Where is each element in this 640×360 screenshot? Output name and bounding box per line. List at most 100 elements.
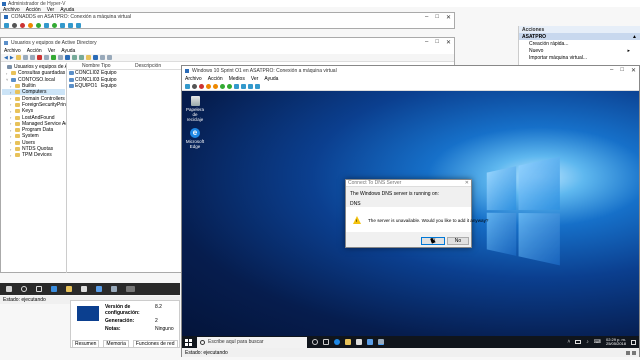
close-button[interactable]: ✕ [446, 39, 451, 46]
tab-memoria[interactable]: Memoria [103, 340, 129, 348]
task-view-icon[interactable] [36, 286, 42, 292]
checkpoint-icon[interactable] [68, 22, 73, 28]
dns-taskbar-icon[interactable] [378, 339, 384, 345]
expand-arrow-icon[interactable]: › [10, 102, 13, 107]
new-ou-icon[interactable] [85, 55, 91, 60]
expand-arrow-icon[interactable]: › [10, 115, 13, 120]
vm-menu-medios[interactable]: Medios [229, 76, 245, 82]
maximize-button[interactable]: □ [435, 14, 439, 21]
pause-icon[interactable] [44, 22, 49, 28]
desktop-icon-edge[interactable]: e Microsoft Edge [184, 128, 206, 149]
pause-icon[interactable] [220, 84, 225, 89]
expand-arrow-icon[interactable]: › [6, 71, 9, 76]
export-icon[interactable] [57, 55, 63, 60]
search-icon[interactable] [21, 286, 27, 292]
store-taskbar-icon[interactable] [356, 339, 362, 345]
reset-icon[interactable] [60, 22, 65, 28]
expand-arrow-icon[interactable]: › [10, 84, 13, 89]
expand-arrow-icon[interactable]: › [10, 134, 13, 139]
vm-menu-ver[interactable]: Ver [251, 76, 259, 82]
resume-icon[interactable] [227, 84, 232, 89]
forward-icon[interactable]: ▶ [10, 55, 14, 61]
maximize-button[interactable]: □ [435, 39, 439, 46]
filter-icon[interactable] [92, 55, 98, 60]
dialog-close-button[interactable]: ✕ [465, 180, 469, 186]
server-manager-taskbar-icon[interactable] [111, 286, 117, 292]
action-new[interactable]: Nuevo ▸ [519, 47, 640, 54]
enhanced-session-icon[interactable] [255, 84, 260, 89]
close-button[interactable]: ✕ [631, 67, 636, 74]
revert-icon[interactable] [248, 84, 253, 89]
ctrl-alt-del-icon[interactable] [185, 84, 190, 89]
maximize-button[interactable]: □ [620, 67, 624, 74]
shutdown-icon[interactable] [28, 22, 33, 28]
taskbar-clock[interactable]: 02:29 p. m. 25/05/2018 [606, 337, 626, 347]
network-icon[interactable] [575, 340, 582, 344]
find-icon[interactable] [99, 55, 105, 60]
expand-arrow-icon[interactable]: › [10, 96, 13, 101]
checkpoint-icon[interactable] [241, 84, 246, 89]
collapse-icon[interactable]: ▲ [632, 34, 637, 40]
expand-arrow-icon[interactable]: › [10, 90, 13, 95]
copy-icon[interactable] [29, 55, 35, 60]
tab-resumen[interactable]: Resumen [72, 340, 100, 348]
column-header-name[interactable]: Nombre [82, 63, 100, 69]
mail-taskbar-icon[interactable] [367, 339, 373, 345]
revert-icon[interactable] [76, 22, 81, 28]
vm-menu-ayuda[interactable]: Ayuda [264, 76, 278, 82]
expand-arrow-icon[interactable]: › [10, 121, 13, 126]
start-icon[interactable] [192, 84, 197, 89]
expand-arrow-icon[interactable]: › [10, 147, 13, 152]
table-row[interactable]: EQUIPO1 Equipo [68, 83, 183, 90]
tab-funciones-red[interactable]: Funciones de red [132, 340, 178, 348]
minimize-button[interactable]: – [610, 67, 613, 74]
back-icon[interactable]: ◀ [4, 55, 8, 61]
vm-menu-archivo[interactable]: Archivo [185, 76, 202, 82]
up-icon[interactable] [15, 55, 21, 60]
tree-node[interactable]: › ForeignSecurityPrincipal [2, 102, 66, 108]
expand-arrow-icon[interactable]: › [10, 128, 13, 133]
edge-taskbar-icon[interactable] [334, 339, 340, 345]
keyboard-lang-icon[interactable]: ⌨ [594, 339, 601, 345]
expand-arrow-icon[interactable]: ˅ [6, 77, 9, 82]
aduc-menu-accion[interactable]: Acción [27, 48, 42, 54]
windows-start-icon[interactable] [185, 338, 192, 346]
turnoff-icon[interactable] [20, 22, 25, 28]
action-quick-create[interactable]: Creación rápida... [519, 40, 640, 47]
dialog-no-button[interactable]: No [447, 237, 469, 245]
microphone-icon[interactable] [312, 339, 318, 345]
properties-icon[interactable] [43, 55, 49, 60]
start-icon[interactable] [12, 22, 17, 28]
column-header-description[interactable]: Descripción [135, 63, 161, 69]
tree-node[interactable]: › Managed Service Accou [2, 121, 66, 127]
show-tree-icon[interactable] [22, 55, 28, 60]
tray-chevron-icon[interactable]: ˄ [567, 339, 570, 345]
save-icon[interactable] [36, 22, 41, 28]
refresh-icon[interactable] [50, 55, 56, 60]
mail-taskbar-icon[interactable] [96, 286, 102, 292]
aduc-menu-ver[interactable]: Ver [48, 48, 56, 54]
task-view-icon[interactable] [323, 339, 329, 345]
add-to-group-icon[interactable] [106, 55, 112, 60]
explorer-taskbar-icon[interactable] [345, 339, 351, 345]
notification-center-icon[interactable] [631, 339, 636, 345]
action-import-vm[interactable]: Importar máquina virtual... [519, 54, 640, 61]
aduc-menu-archivo[interactable]: Archivo [4, 48, 21, 54]
expand-arrow-icon[interactable]: › [10, 140, 13, 145]
reset-icon[interactable] [234, 84, 239, 89]
tree-node[interactable]: › TPM Devices [2, 152, 65, 158]
help-icon[interactable] [64, 55, 70, 60]
delete-icon[interactable] [36, 55, 42, 60]
new-user-icon[interactable] [71, 55, 77, 60]
ctrl-alt-del-icon[interactable] [4, 22, 9, 28]
save-icon[interactable] [213, 84, 218, 89]
vm-menu-accion[interactable]: Acción [208, 76, 223, 82]
minimize-button[interactable]: – [425, 14, 428, 21]
expand-arrow-icon[interactable]: › [10, 153, 13, 158]
volume-icon[interactable]: ♪ [586, 339, 589, 345]
shutdown-icon[interactable] [206, 84, 211, 89]
hyperv-taskbar-icon[interactable] [126, 286, 135, 292]
windows-start-icon[interactable] [6, 286, 12, 292]
new-group-icon[interactable] [78, 55, 84, 60]
edge-taskbar-icon[interactable] [51, 286, 57, 292]
